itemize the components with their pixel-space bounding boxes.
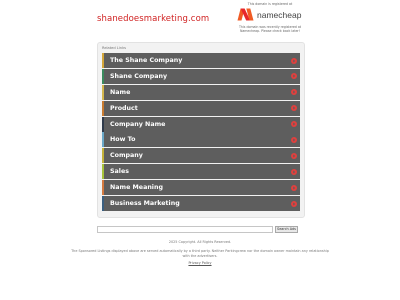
copyright-text: 2025 Copyright. All Rights Reserved. [168, 240, 232, 244]
arrow-right-icon [291, 152, 297, 159]
related-link-item[interactable]: Sales [102, 164, 300, 180]
related-link-item[interactable]: Company Name [102, 116, 300, 132]
related-link-label: Company [110, 152, 143, 160]
related-link-label: Name [110, 88, 131, 96]
related-link-item[interactable]: Business Marketing [102, 196, 300, 212]
namecheap-logo[interactable]: namecheap [237, 8, 302, 22]
registered-note: This domain is registered at [247, 2, 293, 6]
link-accent-bar [102, 148, 104, 164]
related-link-label: Company Name [110, 120, 166, 128]
arrow-right-icon [291, 73, 297, 80]
search-ads-button[interactable]: Search Ads [275, 226, 298, 233]
arrow-right-icon [291, 105, 297, 112]
link-accent-bar [102, 164, 104, 180]
arrow-right-icon [291, 57, 297, 64]
search-row: Search Ads [97, 226, 303, 234]
link-accent-bar [102, 53, 104, 68]
related-links-list: The Shane Company Shane Company Name Produc… [102, 53, 300, 212]
privacy-policy-link[interactable]: Privacy Policy [0, 261, 400, 265]
related-links-label: Related Links [102, 46, 127, 50]
link-accent-bar [102, 132, 104, 148]
namecheap-wordmark: namecheap [257, 10, 302, 20]
related-link-label: The Shane Company [110, 57, 183, 64]
related-link-label: Name Meaning [110, 184, 163, 192]
related-link-item[interactable]: Name [102, 84, 300, 100]
related-links-panel: Related Links The Shane Company Shane Com… [97, 42, 305, 218]
arrow-right-icon [291, 184, 297, 191]
link-accent-bar [102, 68, 104, 84]
registrar-description: This domain was recently registered at N… [238, 25, 302, 33]
related-link-label: Business Marketing [110, 200, 180, 208]
arrow-right-icon [291, 136, 297, 143]
link-accent-bar [102, 100, 104, 116]
related-link-item[interactable]: Name Meaning [102, 180, 300, 196]
related-link-item[interactable]: Company [102, 148, 300, 164]
related-link-label: How To [110, 136, 136, 144]
link-accent-bar [102, 196, 104, 212]
namecheap-n-icon [237, 8, 254, 21]
link-accent-bar [102, 84, 104, 100]
link-accent-bar [102, 116, 104, 132]
arrow-right-icon [291, 121, 297, 128]
arrow-right-icon [291, 89, 297, 96]
link-accent-bar [102, 180, 104, 196]
related-link-item[interactable]: Shane Company [102, 68, 300, 84]
disclaimer-text: The Sponsored Listings displayed above a… [71, 249, 329, 258]
related-link-label: Sales [110, 168, 129, 176]
related-link-item[interactable]: How To [102, 132, 300, 148]
related-link-label: Shane Company [110, 72, 168, 80]
arrow-right-icon [291, 168, 297, 175]
related-link-item[interactable]: The Shane Company [102, 53, 300, 68]
arrow-right-icon [291, 200, 297, 207]
domain-title: shanedoesmarketing.com [97, 14, 210, 24]
related-link-label: Product [110, 104, 138, 112]
search-input[interactable] [97, 226, 273, 233]
related-link-item[interactable]: Product [102, 100, 300, 116]
